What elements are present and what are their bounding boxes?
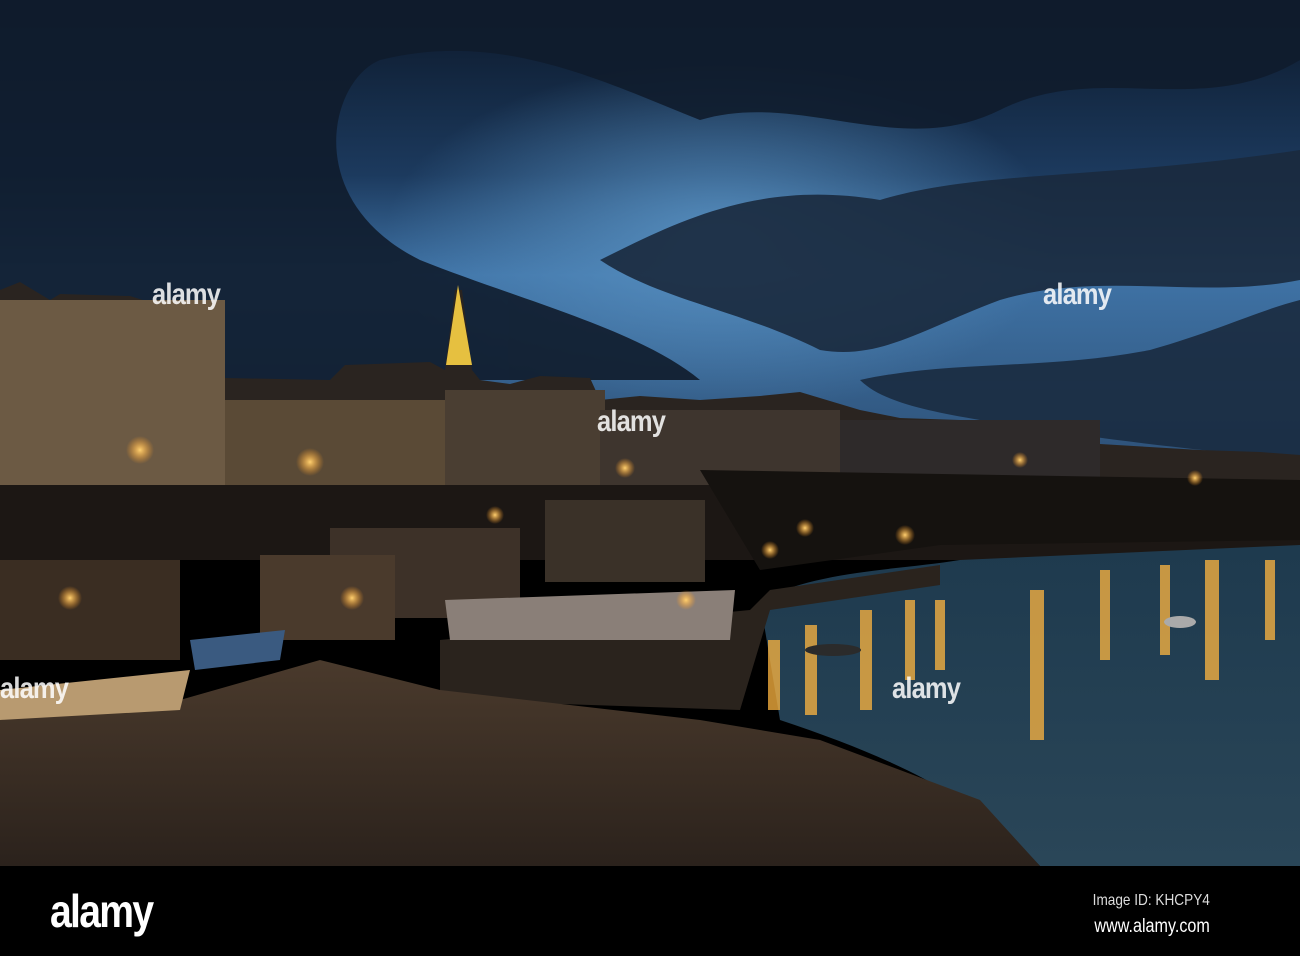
image-id: Image ID: KHCPY4 xyxy=(1092,892,1210,909)
watermark: alamy xyxy=(597,405,666,438)
watermark: alamy xyxy=(152,278,221,311)
alamy-logo: alamy xyxy=(50,885,154,937)
watermark: alamy xyxy=(1043,278,1112,311)
watermark: alamy xyxy=(892,672,961,705)
watermark: alamy xyxy=(0,672,69,705)
website-link[interactable]: www.alamy.com xyxy=(1095,916,1210,938)
stock-photo-frame: alamy alamy alamy alamy alamy alamy Imag… xyxy=(0,0,1300,956)
footer-bar: alamy Image ID: KHCPY4 www.alamy.com xyxy=(0,866,1300,956)
